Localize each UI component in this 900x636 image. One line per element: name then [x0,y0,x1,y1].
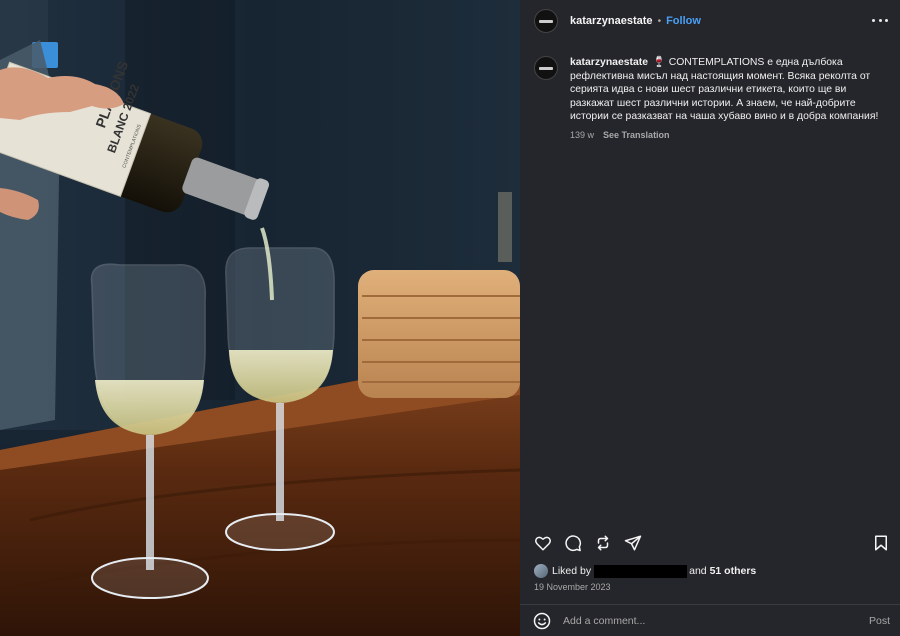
repost-icon[interactable] [594,534,612,552]
post-photo[interactable]: PLATIONS BLANC 2022 CONTEMPLATIONS [0,0,520,636]
post-age: 139 w [570,129,595,140]
caption-text: katarzynaestate 🍷 CONTEMPLATIONS е една … [570,56,880,124]
likes-others-link[interactable]: 51 others [710,565,757,577]
bookmark-icon[interactable] [872,534,890,552]
comment-input[interactable] [563,614,823,627]
caption-avatar[interactable] [534,56,558,80]
paper-plane-icon[interactable] [624,534,642,552]
header-separator: • [657,15,662,27]
liked-by-prefix: Liked by [552,565,592,577]
caption-body: katarzynaestate 🍷 CONTEMPLATIONS е една … [570,56,880,140]
post-date: 19 November 2023 [534,582,611,592]
post-side-panel: katarzynaestate • Follow katarzynaestate… [520,0,900,636]
speech-bubble-icon[interactable] [564,534,582,552]
likes-summary: Liked by and 51 others [534,564,756,578]
account-avatar[interactable] [534,9,558,33]
follow-button[interactable]: Follow [666,15,701,27]
smiley-icon[interactable] [533,612,551,630]
header-username[interactable]: katarzynaestate [570,15,653,27]
more-dots-icon[interactable] [872,12,888,28]
logo-mark-icon [539,66,553,70]
caption-username[interactable]: katarzynaestate [570,57,648,68]
instagram-post-view: PLATIONS BLANC 2022 CONTEMPLATIONS katar… [0,0,900,636]
redacted-username [594,564,688,578]
caption-block: katarzynaestate 🍷 CONTEMPLATIONS е една … [534,56,890,140]
liker-avatar[interactable] [534,564,548,578]
action-bar [534,534,890,554]
wine-pouring-illustration: PLATIONS BLANC 2022 CONTEMPLATIONS [0,0,520,636]
wine-glass-emoji: 🍷 [652,57,666,68]
logo-mark-icon [539,19,553,23]
post-header: katarzynaestate • Follow [520,0,900,42]
liked-by-and: and [689,565,707,577]
heart-icon[interactable] [534,534,552,552]
caption-meta: 139 w See Translation [570,130,880,140]
see-translation-link[interactable]: See Translation [603,130,670,140]
post-comment-button[interactable]: Post [869,615,890,627]
comment-bar: Post [520,605,900,636]
